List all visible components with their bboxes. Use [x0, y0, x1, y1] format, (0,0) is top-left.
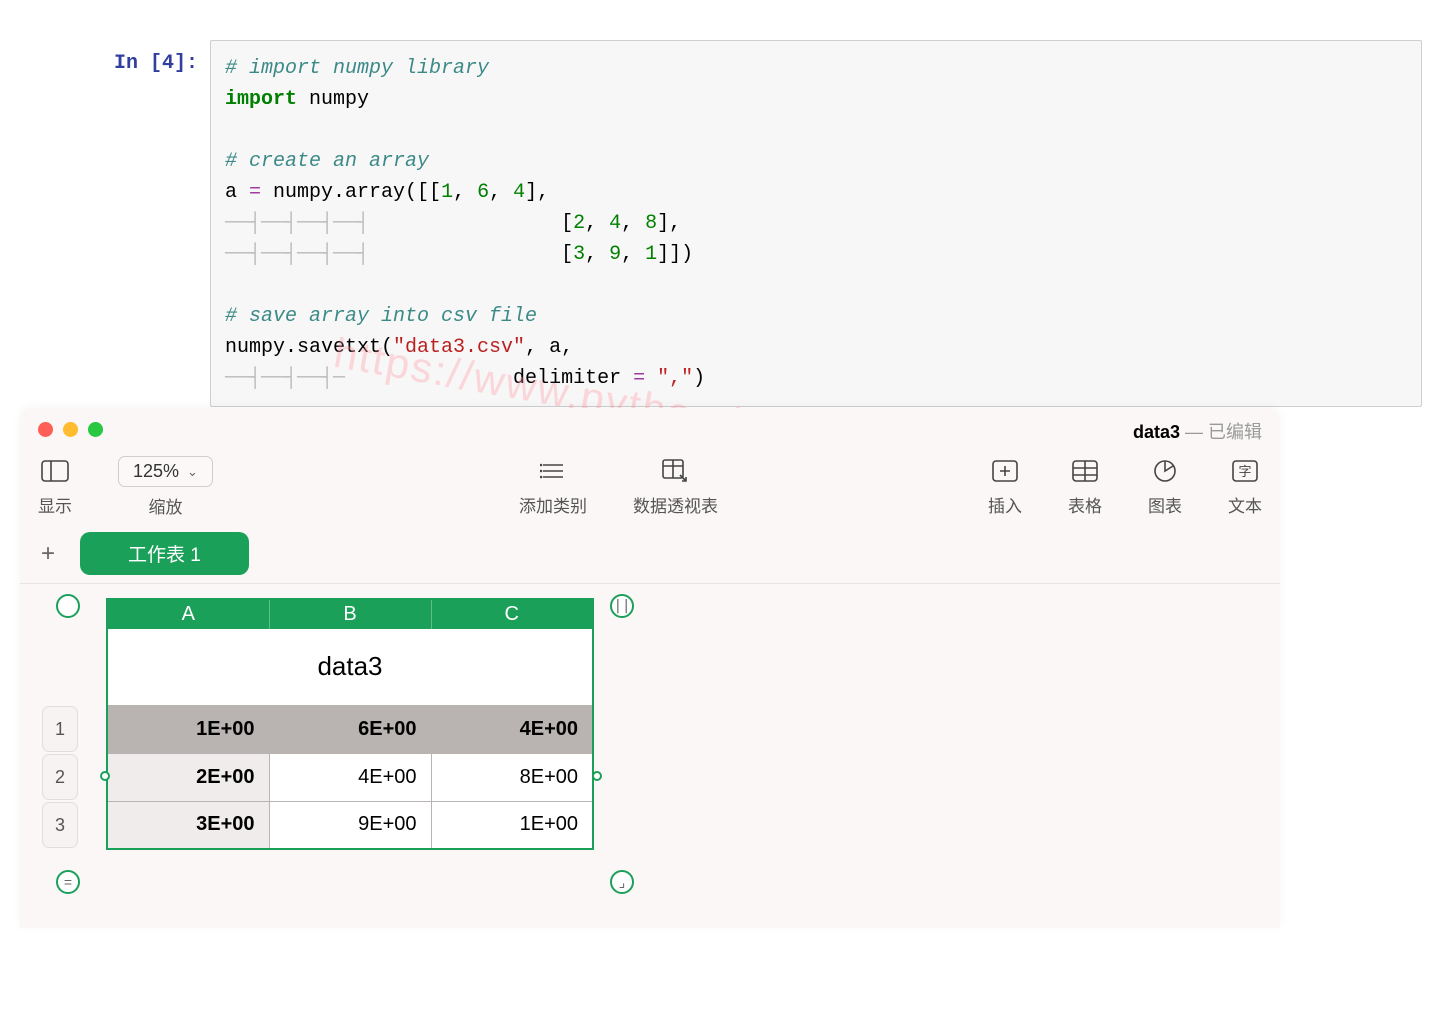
- cell[interactable]: 8E+00: [431, 753, 593, 801]
- window-edited-label: 已编辑: [1208, 422, 1262, 442]
- add-sheet-button[interactable]: +: [30, 536, 66, 572]
- code-number: 1: [441, 181, 453, 204]
- table-icon: [1070, 456, 1100, 486]
- row-header-2[interactable]: 2: [42, 754, 78, 800]
- table-handle-resize[interactable]: ⌟: [610, 870, 634, 894]
- code-text: numpy.array([[: [261, 181, 441, 204]
- table-handle-addrow[interactable]: =: [56, 870, 80, 894]
- sheet-tabs: + 工作表 1: [20, 532, 1280, 584]
- code-comment: # import numpy library: [225, 57, 489, 80]
- code-string: "data3.csv": [393, 336, 525, 359]
- code-comment: # save array into csv file: [225, 305, 537, 328]
- chart-label: 图表: [1148, 492, 1182, 517]
- cell[interactable]: 1E+00: [431, 801, 593, 849]
- row-labels: 1 2 3: [42, 706, 78, 850]
- cell[interactable]: 2E+00: [107, 753, 269, 801]
- code-op: =: [249, 181, 261, 204]
- window-title: data3 — 已编辑: [1133, 418, 1262, 444]
- code-comment: # create an array: [225, 150, 429, 173]
- table-button[interactable]: 表格: [1068, 456, 1102, 517]
- sidebar-icon: [40, 456, 70, 486]
- table-label: 表格: [1068, 492, 1102, 517]
- insert-button[interactable]: 插入: [988, 456, 1022, 517]
- text-button[interactable]: 字 文本: [1228, 456, 1262, 517]
- text-icon: 字: [1230, 456, 1260, 486]
- pie-chart-icon: [1150, 456, 1180, 486]
- code-text: numpy: [297, 88, 369, 111]
- spreadsheet-table[interactable]: A B C data3 1E+00 6E+00 4E+00 2E+00 4E+0…: [106, 598, 594, 850]
- numbers-window: data3 — 已编辑 显示 125% ⌄ 缩放: [20, 408, 1280, 928]
- svg-text:字: 字: [1238, 464, 1251, 479]
- col-header-b[interactable]: B: [269, 599, 431, 629]
- table-handle-topleft[interactable]: ○: [56, 594, 80, 618]
- selection-handle[interactable]: [100, 771, 110, 781]
- zoom-control[interactable]: 125% ⌄ 缩放: [118, 456, 213, 518]
- cell[interactable]: 9E+00: [269, 801, 431, 849]
- close-button[interactable]: [38, 422, 53, 437]
- view-label: 显示: [38, 492, 72, 517]
- add-category-button[interactable]: 添加类别: [519, 456, 587, 517]
- cell[interactable]: 4E+00: [269, 753, 431, 801]
- cell[interactable]: 3E+00: [107, 801, 269, 849]
- toolbar: 显示 125% ⌄ 缩放 添加类别 数据透视表: [20, 450, 1280, 530]
- col-header-c[interactable]: C: [431, 599, 593, 629]
- selection-handle[interactable]: [592, 771, 602, 781]
- code-text: a: [225, 181, 249, 204]
- pivot-table-button[interactable]: 数据透视表: [633, 456, 718, 517]
- list-icon: [538, 456, 568, 486]
- row-header-3[interactable]: 3: [42, 802, 78, 848]
- traffic-lights: [38, 422, 103, 437]
- zoom-value: 125%: [133, 461, 179, 482]
- table-title-cell[interactable]: data3: [107, 629, 593, 705]
- pivot-icon: [660, 456, 690, 486]
- pivot-label: 数据透视表: [633, 492, 718, 517]
- sheet-tab-1[interactable]: 工作表 1: [80, 532, 249, 575]
- jupyter-code-cell: In [4]: # import numpy library import nu…: [90, 40, 1422, 407]
- cell[interactable]: 6E+00: [269, 705, 431, 753]
- chevron-down-icon: ⌄: [187, 464, 198, 480]
- insert-icon: [990, 456, 1020, 486]
- add-category-label: 添加类别: [519, 492, 587, 517]
- minimize-button[interactable]: [63, 422, 78, 437]
- spreadsheet-area: ○ || A B C data3 1E+00 6E+00 4E+00 2E+00: [20, 584, 1280, 864]
- code-editor[interactable]: # import numpy library import numpy # cr…: [210, 40, 1422, 407]
- chart-button[interactable]: 图表: [1148, 456, 1182, 517]
- insert-label: 插入: [988, 492, 1022, 517]
- window-titlebar[interactable]: data3 — 已编辑: [20, 408, 1280, 450]
- view-button[interactable]: 显示: [38, 456, 72, 518]
- fullscreen-button[interactable]: [88, 422, 103, 437]
- col-header-a[interactable]: A: [107, 599, 269, 629]
- code-keyword: import: [225, 88, 297, 111]
- cell[interactable]: 4E+00: [431, 705, 593, 753]
- window-filename: data3: [1133, 422, 1180, 442]
- cell[interactable]: 1E+00: [107, 705, 269, 753]
- text-label: 文本: [1228, 492, 1262, 517]
- zoom-label: 缩放: [148, 493, 182, 518]
- row-header-1[interactable]: 1: [42, 706, 78, 752]
